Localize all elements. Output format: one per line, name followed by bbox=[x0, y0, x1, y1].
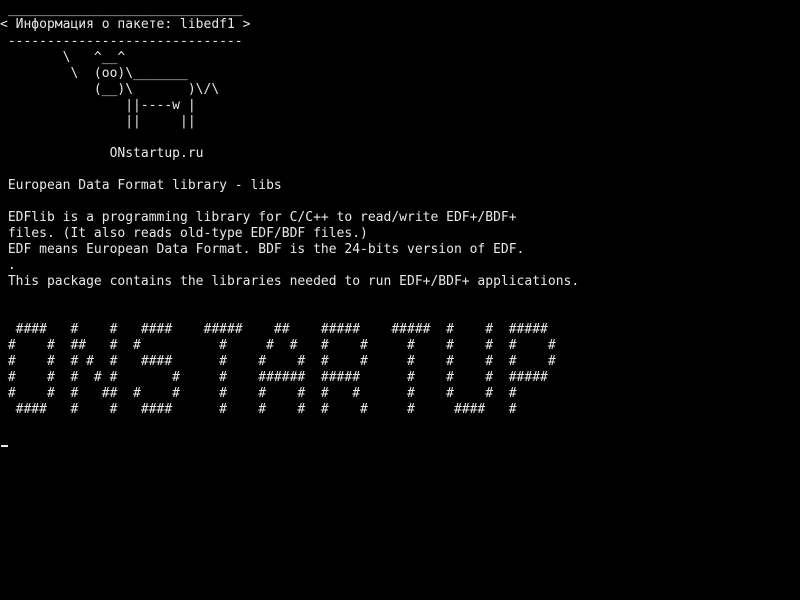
text-cursor bbox=[1, 445, 8, 447]
description-line: files. (It also reads old-type EDF/BDF f… bbox=[0, 226, 368, 241]
cowsay-message: < Информация о пакете: libedf1 > bbox=[0, 17, 251, 32]
ascii-banner-line: # # # # # #### # # # # # # # # # # bbox=[0, 354, 556, 369]
cow-art-line: \ ^__^ bbox=[0, 50, 126, 65]
terminal-screen[interactable]: ______________________________ < Информа… bbox=[0, 0, 800, 600]
description-line: This package contains the libraries need… bbox=[0, 274, 580, 289]
cow-art-line: ||----w | bbox=[0, 98, 196, 113]
cow-art-line: (__)\ )\/\ bbox=[0, 82, 220, 97]
ascii-banner-line: # # ## # # # # # # # # # # # # bbox=[0, 338, 556, 353]
description-line: EDFlib is a programming library for C/C+… bbox=[0, 210, 517, 225]
ascii-banner-line: # # # ## # # # # # # # # # # # bbox=[0, 386, 517, 401]
ascii-banner-line: # # # # # # # ###### ##### # # # ##### bbox=[0, 370, 548, 385]
cow-art-line: \ (oo)\_______ bbox=[0, 66, 188, 81]
package-summary: European Data Format library - libs bbox=[0, 178, 282, 193]
cow-art-line: || || bbox=[0, 114, 196, 129]
description-line: . bbox=[0, 258, 16, 273]
cowsay-border-top: ______________________________ bbox=[0, 2, 243, 17]
cowsay-border-bottom: ------------------------------ bbox=[0, 34, 243, 49]
site-label: ONstartup.ru bbox=[0, 146, 204, 161]
ascii-banner-line: #### # # #### ##### ## ##### ##### # # #… bbox=[0, 322, 548, 337]
description-line: EDF means European Data Format. BDF is t… bbox=[0, 242, 525, 257]
ascii-banner-line: #### # # #### # # # # # # #### # bbox=[0, 402, 517, 417]
